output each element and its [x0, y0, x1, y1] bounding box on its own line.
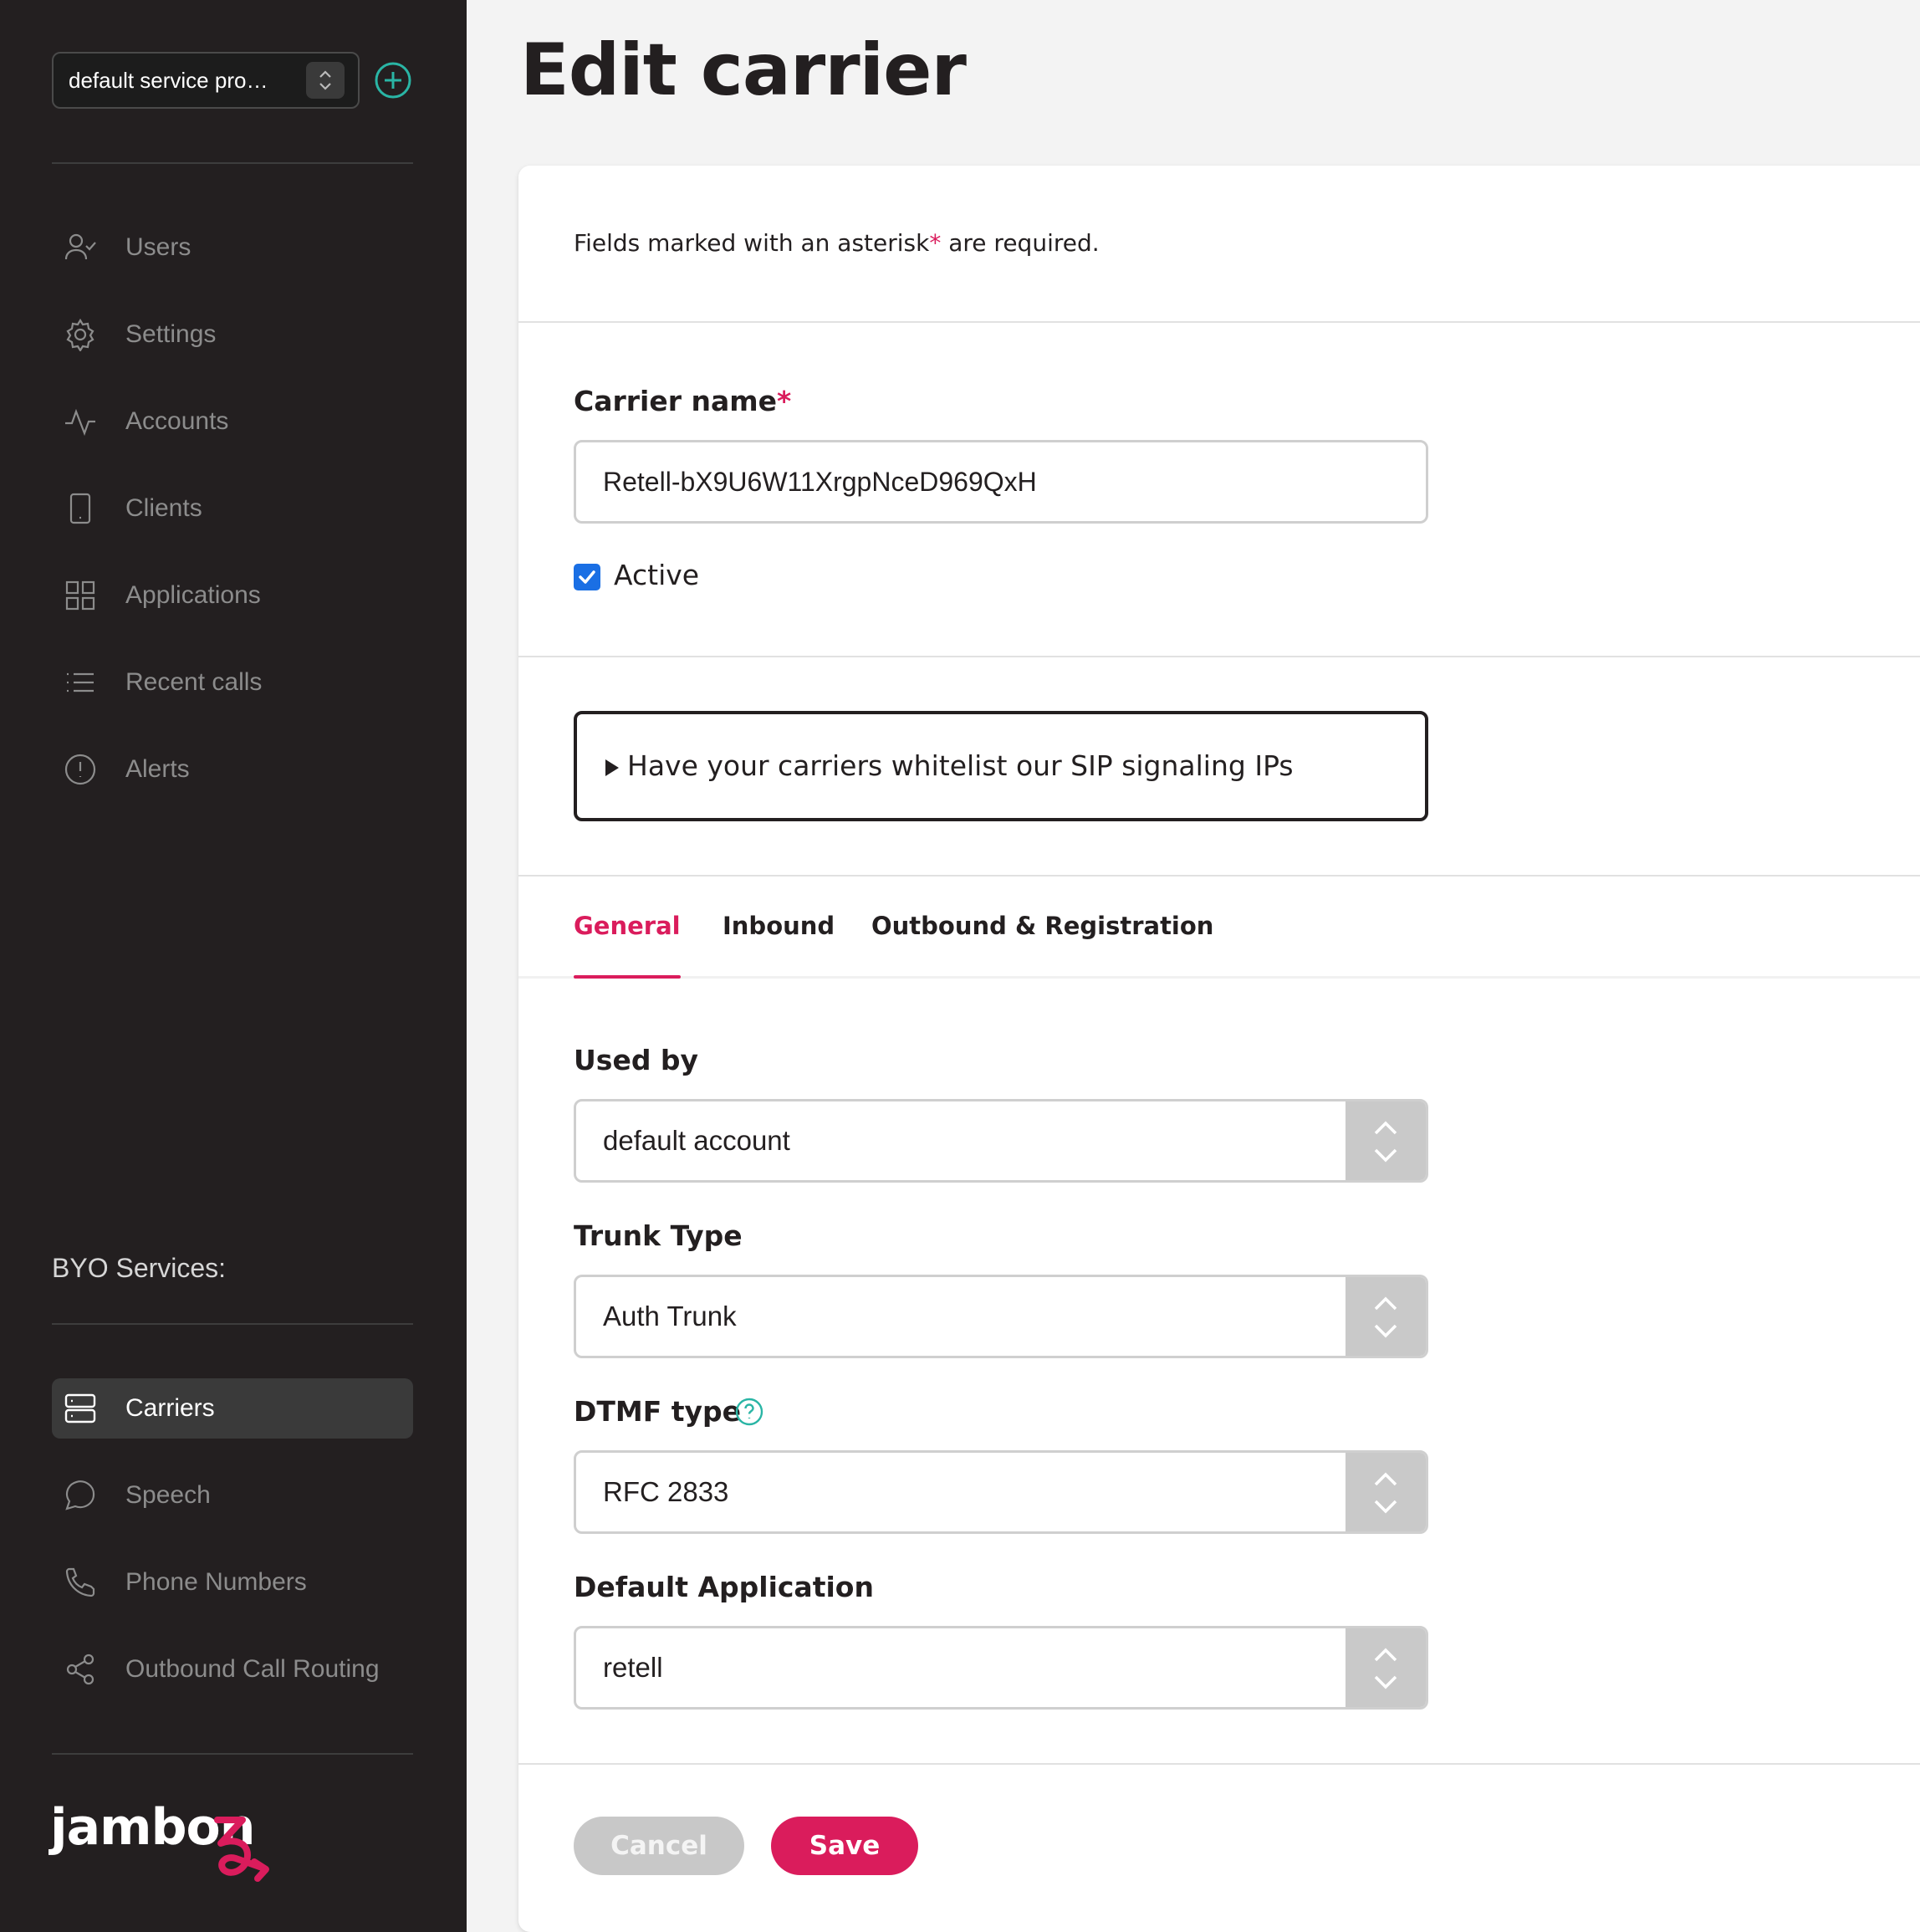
edit-carrier-form: Fields marked with an asterisk* are requ… — [518, 166, 1920, 1932]
activity-icon — [64, 405, 97, 438]
add-service-provider-icon[interactable] — [373, 60, 413, 100]
sidebar-item-recent-calls[interactable]: Recent calls — [52, 652, 413, 713]
sidebar-divider — [52, 1323, 413, 1325]
required-note-text: are required. — [941, 229, 1100, 257]
byo-services-heading: BYO Services: — [52, 1253, 227, 1283]
chevron-up-down-icon — [1346, 1277, 1426, 1356]
used-by-select[interactable]: default account — [574, 1099, 1428, 1183]
sip-whitelist-summary: Have your carriers whitelist our SIP sig… — [627, 749, 1294, 782]
sidebar-item-label: Outbound Call Routing — [125, 1655, 380, 1683]
list-icon — [64, 666, 97, 699]
sidebar-item-carriers[interactable]: Carriers — [52, 1378, 413, 1439]
sidebar-item-alerts[interactable]: Alerts — [52, 739, 413, 800]
sidebar-item-label: Phone Numbers — [125, 1568, 307, 1596]
carrier-name-label: Carrier name* — [574, 385, 791, 417]
chevron-up-down-icon — [1346, 1453, 1426, 1531]
tab-outbound-registration[interactable]: Outbound & Registration — [871, 877, 1213, 979]
sidebar-item-label: Users — [125, 233, 191, 261]
default-application-select[interactable]: retell — [574, 1626, 1428, 1710]
sidebar-item-label: Accounts — [125, 407, 229, 435]
alert-circle-icon — [64, 753, 97, 786]
chevron-up-down-icon — [1346, 1628, 1426, 1707]
sidebar-item-label: Carriers — [125, 1394, 215, 1422]
section-divider — [518, 321, 1920, 323]
sidebar-item-label: Alerts — [125, 755, 190, 783]
save-button[interactable]: Save — [771, 1817, 918, 1875]
sidebar-divider — [52, 1753, 413, 1755]
service-provider-select[interactable]: default service pro… — [52, 52, 360, 109]
sidebar-item-clients[interactable]: Clients — [52, 478, 413, 539]
required-asterisk: * — [777, 385, 792, 417]
sidebar-item-label: Clients — [125, 494, 202, 522]
sidebar-item-label: Applications — [125, 581, 261, 609]
sidebar-divider — [52, 162, 413, 164]
carrier-name-label-text: Carrier name — [574, 385, 778, 417]
sidebar-item-users[interactable]: Users — [52, 217, 413, 278]
service-provider-value: default service pro… — [69, 68, 268, 93]
phone-icon — [64, 1566, 97, 1599]
carrier-tabs: General Inbound Outbound & Registration — [518, 877, 1920, 979]
used-by-value: default account — [603, 1125, 790, 1156]
sidebar-item-label: Settings — [125, 320, 217, 348]
sidebar-item-settings[interactable]: Settings — [52, 304, 413, 365]
cancel-button[interactable]: Cancel — [574, 1817, 744, 1875]
used-by-label: Used by — [574, 1044, 699, 1076]
message-circle-icon — [64, 1479, 97, 1512]
section-divider — [518, 1763, 1920, 1765]
sidebar-item-phone-numbers[interactable]: Phone Numbers — [52, 1552, 413, 1613]
required-fields-note: Fields marked with an asterisk* are requ… — [574, 229, 1100, 257]
default-application-value: retell — [603, 1652, 663, 1683]
required-asterisk: * — [929, 229, 942, 257]
trunk-type-value: Auth Trunk — [603, 1301, 737, 1331]
smartphone-icon — [64, 492, 97, 525]
sidebar-item-applications[interactable]: Applications — [52, 565, 413, 626]
disclosure-triangle-icon — [605, 759, 619, 776]
chevron-up-down-icon — [1346, 1101, 1426, 1180]
dtmf-type-value: RFC 2833 — [603, 1476, 729, 1507]
help-circle-icon[interactable] — [734, 1397, 764, 1427]
tab-general[interactable]: General — [574, 877, 681, 979]
sidebar-item-label: Recent calls — [125, 668, 263, 696]
dtmf-type-select[interactable]: RFC 2833 — [574, 1450, 1428, 1534]
sidebar-item-speech[interactable]: Speech — [52, 1465, 413, 1526]
sidebar-item-label: Speech — [125, 1481, 211, 1509]
sidebar: default service pro… Users Settings Acco… — [0, 0, 467, 1932]
trunk-type-label: Trunk Type — [574, 1219, 743, 1252]
default-application-label: Default Application — [574, 1571, 874, 1603]
sidebar-item-accounts[interactable]: Accounts — [52, 391, 413, 452]
share-icon — [64, 1653, 97, 1686]
chevron-up-down-icon — [306, 62, 345, 99]
carrier-name-input[interactable] — [574, 440, 1428, 524]
page-title: Edit carrier — [520, 28, 967, 112]
sidebar-item-outbound-call-routing[interactable]: Outbound Call Routing — [52, 1639, 413, 1699]
active-label[interactable]: Active — [614, 559, 699, 591]
server-icon — [64, 1392, 97, 1425]
jambonz-logo: jambon — [50, 1798, 284, 1890]
tab-inbound[interactable]: Inbound — [723, 877, 835, 979]
trunk-type-select[interactable]: Auth Trunk — [574, 1275, 1428, 1358]
logo-z-mark-icon — [214, 1817, 269, 1882]
sip-whitelist-details[interactable]: Have your carriers whitelist our SIP sig… — [574, 711, 1428, 821]
dtmf-type-label: DTMF type — [574, 1395, 742, 1428]
user-check-icon — [64, 231, 97, 264]
gear-icon — [64, 318, 97, 353]
active-checkbox[interactable] — [574, 564, 600, 590]
grid-icon — [64, 579, 97, 612]
section-divider — [518, 656, 1920, 657]
required-note-text: Fields marked with an asterisk — [574, 229, 930, 257]
